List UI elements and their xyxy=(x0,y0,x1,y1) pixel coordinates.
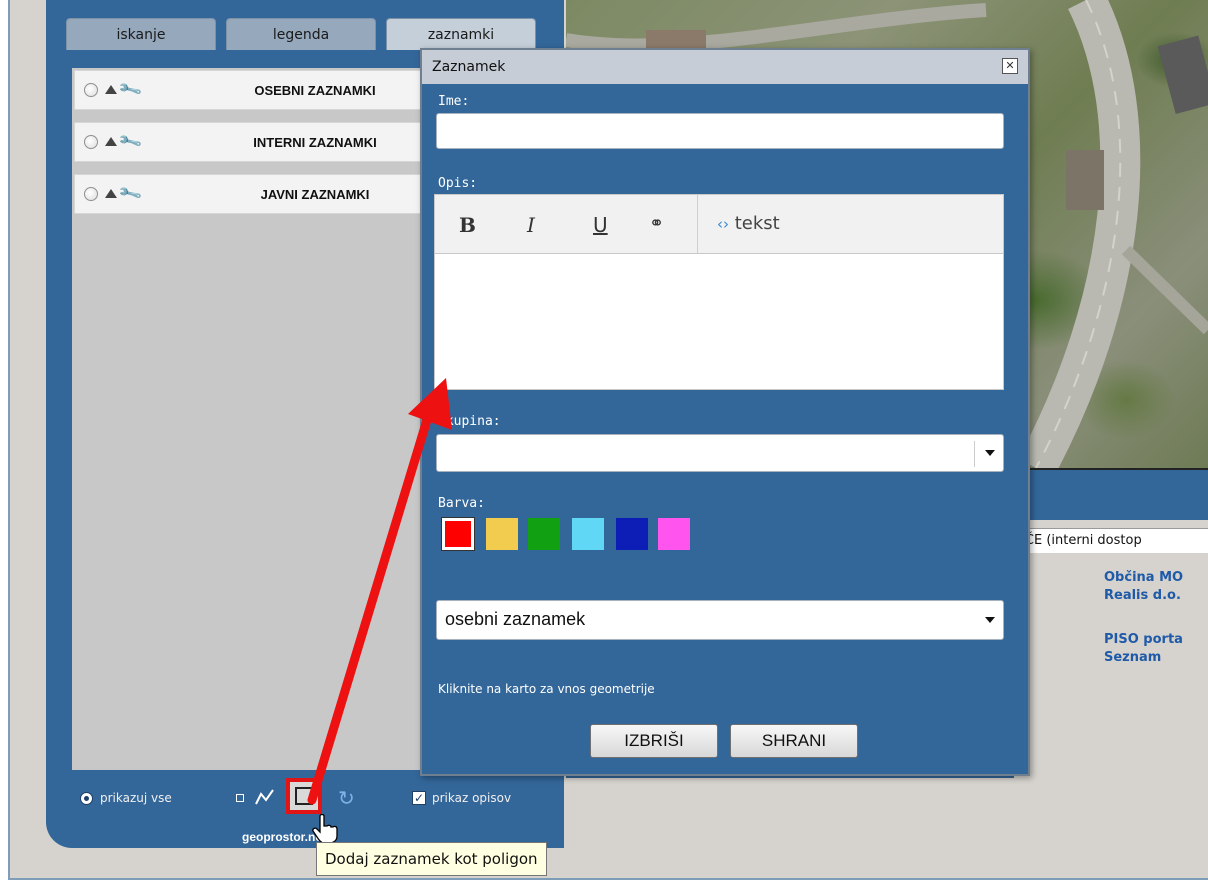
hand-cursor-icon xyxy=(312,814,338,844)
layer-label: OSEBNI ZAZNAMKI xyxy=(254,83,376,98)
info-header: VČE (interni dostop xyxy=(1016,533,1142,548)
layer-radio[interactable] xyxy=(84,135,98,149)
show-descriptions-checkbox[interactable]: ✓ xyxy=(412,791,426,805)
chevron-down-icon xyxy=(985,450,995,456)
layer-label: INTERNI ZAZNAMKI xyxy=(253,135,377,150)
link-icon[interactable]: ⚭ xyxy=(649,213,664,234)
info-link[interactable]: Realis d.o. xyxy=(1104,588,1181,603)
save-button[interactable]: SHRANI xyxy=(730,724,858,758)
lower-gray-area xyxy=(566,778,1208,812)
line-tool-icon[interactable] xyxy=(254,786,276,808)
editor-toolbar: B I U ⚭ ‹› tekst xyxy=(434,194,1004,254)
color-label: Barva: xyxy=(438,496,485,511)
layer-radio[interactable] xyxy=(84,187,98,201)
description-editor[interactable] xyxy=(434,254,1004,390)
tab-legenda[interactable]: legenda xyxy=(226,18,376,50)
source-button[interactable]: ‹› tekst xyxy=(717,213,780,234)
toolbar-divider xyxy=(697,195,698,253)
color-swatch-red[interactable] xyxy=(441,517,475,551)
select-divider xyxy=(974,441,975,467)
polygon-icon xyxy=(295,787,313,805)
name-label: Ime: xyxy=(438,94,470,109)
type-select[interactable]: osebni zaznamek xyxy=(436,600,1004,640)
color-swatch-pink[interactable] xyxy=(658,518,690,550)
info-panel xyxy=(1014,520,1208,810)
info-link[interactable]: PISO porta xyxy=(1104,632,1183,647)
dialog-title: Zaznamek xyxy=(432,59,506,75)
info-link[interactable]: Občina MO xyxy=(1104,570,1183,585)
tab-iskanje[interactable]: iskanje xyxy=(66,18,216,50)
color-swatch-cyan[interactable] xyxy=(572,518,604,550)
description-label: Opis: xyxy=(438,176,478,191)
move-up-icon[interactable] xyxy=(105,137,117,146)
color-swatch-yellow[interactable] xyxy=(486,518,518,550)
source-label: tekst xyxy=(734,213,780,234)
move-up-icon[interactable] xyxy=(105,85,117,94)
color-swatch-navy[interactable] xyxy=(616,518,648,550)
dialog-titlebar[interactable]: Zaznamek ✕ xyxy=(422,50,1028,84)
zaznamek-dialog: Zaznamek ✕ xyxy=(420,48,1030,776)
geometry-hint: Kliknite na karto za vnos geometrije xyxy=(438,682,655,696)
show-descriptions-label: prikaz opisov xyxy=(432,791,512,805)
polygon-tool-button[interactable] xyxy=(286,778,322,814)
wrench-icon[interactable]: 🔧 xyxy=(117,180,144,206)
info-link[interactable]: Seznam xyxy=(1104,650,1161,665)
show-all-radio[interactable] xyxy=(80,792,93,805)
layer-radio[interactable] xyxy=(84,83,98,97)
tab-zaznamki[interactable]: zaznamki xyxy=(386,18,536,50)
info-strip: VČE (interni dostop xyxy=(1014,528,1208,553)
show-all-label: prikazuj vse xyxy=(100,791,172,805)
code-icon: ‹› xyxy=(717,215,729,233)
underline-button[interactable]: U xyxy=(593,213,608,237)
delete-button[interactable]: IZBRIŠI xyxy=(590,724,718,758)
color-swatch-green[interactable] xyxy=(528,518,560,550)
bottom-toolbar: prikazuj vse ↻ ✓ prikaz opisov xyxy=(70,776,540,820)
move-up-icon[interactable] xyxy=(105,189,117,198)
wrench-icon[interactable]: 🔧 xyxy=(117,128,144,154)
italic-button[interactable]: I xyxy=(527,213,535,237)
wrench-icon[interactable]: 🔧 xyxy=(117,76,144,102)
group-label: Skupina: xyxy=(438,414,501,429)
type-value: osebni zaznamek xyxy=(445,609,586,629)
layer-label: JAVNI ZAZNAMKI xyxy=(260,187,370,202)
bold-button[interactable]: B xyxy=(459,213,476,237)
tooltip: Dodaj zaznamek kot poligon xyxy=(316,842,547,876)
refresh-icon[interactable]: ↻ xyxy=(338,786,355,810)
chevron-down-icon xyxy=(985,617,995,623)
point-tool-icon[interactable] xyxy=(236,794,244,802)
name-input[interactable] xyxy=(436,113,1004,149)
close-icon[interactable]: ✕ xyxy=(1002,58,1018,74)
group-select[interactable] xyxy=(436,434,1004,472)
